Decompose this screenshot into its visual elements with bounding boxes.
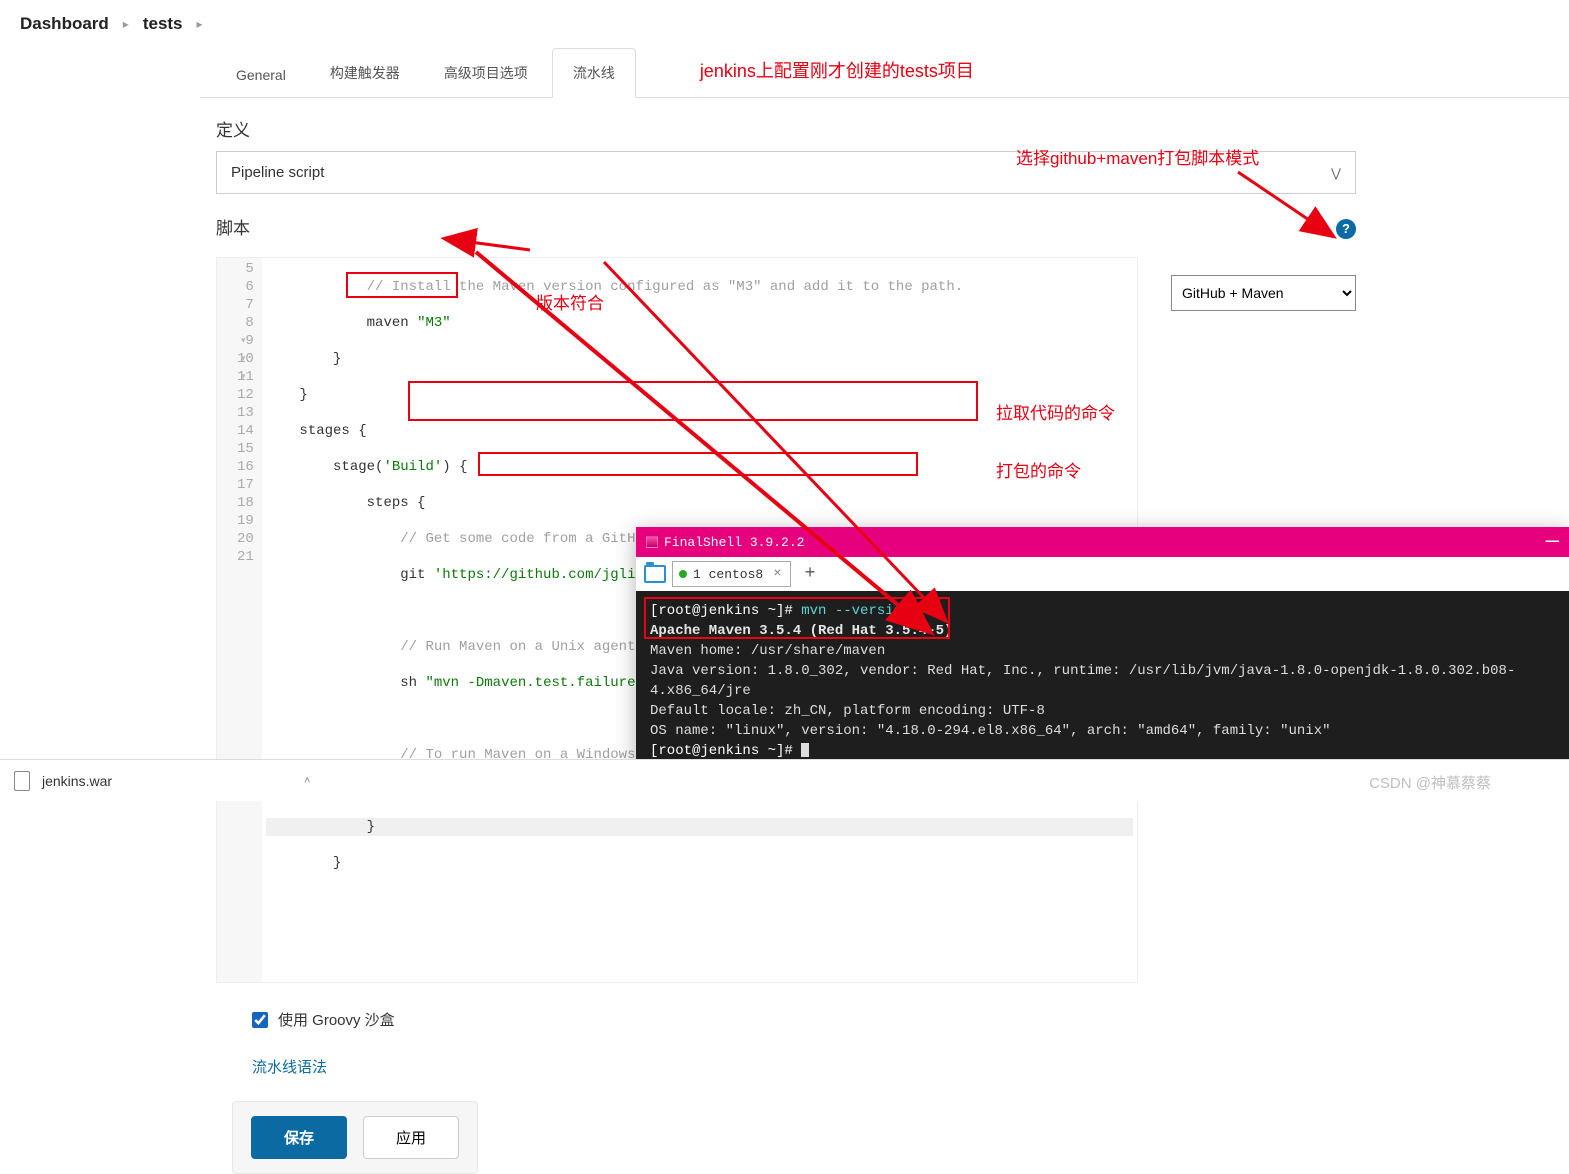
chevron-up-icon[interactable]: ˄ [304,775,310,787]
annotation-version: 版本符合 [536,289,604,314]
terminal-tab[interactable]: 1 centos8 × [672,561,791,587]
tab-pipeline[interactable]: 流水线 [552,48,636,98]
help-icon[interactable]: ? [1336,219,1356,239]
script-label: 脚本 [216,214,250,239]
button-bar: 保存 应用 [232,1101,478,1174]
pipeline-syntax-link[interactable]: 流水线语法 [252,1056,1553,1077]
new-tab-button[interactable]: + [797,564,824,584]
save-button[interactable]: 保存 [251,1116,347,1159]
watermark: CSDN @神慕蔡蔡 [1369,772,1491,793]
tab-advanced[interactable]: 高级项目选项 [424,49,548,97]
chevron-right-icon: ▸ [123,17,129,31]
annotation-top: jenkins上配置刚才创建的tests项目 [700,57,974,89]
tab-build-triggers[interactable]: 构建触发器 [310,49,420,97]
redbox-mvn-version [644,597,950,639]
minimize-icon[interactable]: — [1546,537,1559,547]
breadcrumb-project[interactable]: tests [143,14,183,34]
close-icon[interactable]: × [773,566,781,582]
terminal-body[interactable]: [root@jenkins ~]# mvn --version Apache M… [636,591,1569,771]
terminal-tab-label: 1 centos8 [693,567,763,582]
terminal-title: FinalShell 3.9.2.2 [664,535,804,550]
status-dot-icon [679,570,687,578]
tab-general[interactable]: General [216,53,306,97]
apply-button[interactable]: 应用 [363,1116,459,1159]
folder-icon[interactable] [644,565,666,583]
annotation-git-cmd: 拉取代码的命令 [996,399,1115,424]
annotation-pkg-cmd: 打包的命令 [996,457,1081,482]
chevron-right-icon: ▸ [197,17,203,31]
cursor-icon [801,743,809,757]
terminal-tabbar: 1 centos8 × + [636,557,1569,591]
file-icon [14,771,30,791]
download-bar: jenkins.war ˄ [0,759,1569,801]
groovy-sandbox-checkbox[interactable] [252,1012,268,1028]
chevron-down-icon: ⋁ [1331,166,1341,180]
definition-value: Pipeline script [231,164,324,181]
groovy-sandbox-row[interactable]: 使用 Groovy 沙盒 [252,1009,1553,1030]
download-filename[interactable]: jenkins.war [42,773,112,789]
definition-label: 定义 [216,116,1553,141]
annotation-select-mode: 选择github+maven打包脚本模式 [1016,144,1259,169]
config-tabs: General 构建触发器 高级项目选项 流水线 jenkins上配置刚才创建的… [200,48,1569,98]
app-icon [646,536,658,548]
terminal-titlebar[interactable]: FinalShell 3.9.2.2 — [636,527,1569,557]
template-select-wrap: GitHub + Maven [1171,275,1356,311]
groovy-sandbox-label: 使用 Groovy 沙盒 [278,1009,395,1030]
template-select[interactable]: GitHub + Maven [1171,275,1356,311]
terminal-window: FinalShell 3.9.2.2 — 1 centos8 × + [root… [636,527,1569,771]
breadcrumb: Dashboard ▸ tests ▸ [0,0,1569,48]
breadcrumb-dashboard[interactable]: Dashboard [20,14,109,34]
editor-gutter: 5678 91011 1213141516 1718192021 [217,258,262,982]
